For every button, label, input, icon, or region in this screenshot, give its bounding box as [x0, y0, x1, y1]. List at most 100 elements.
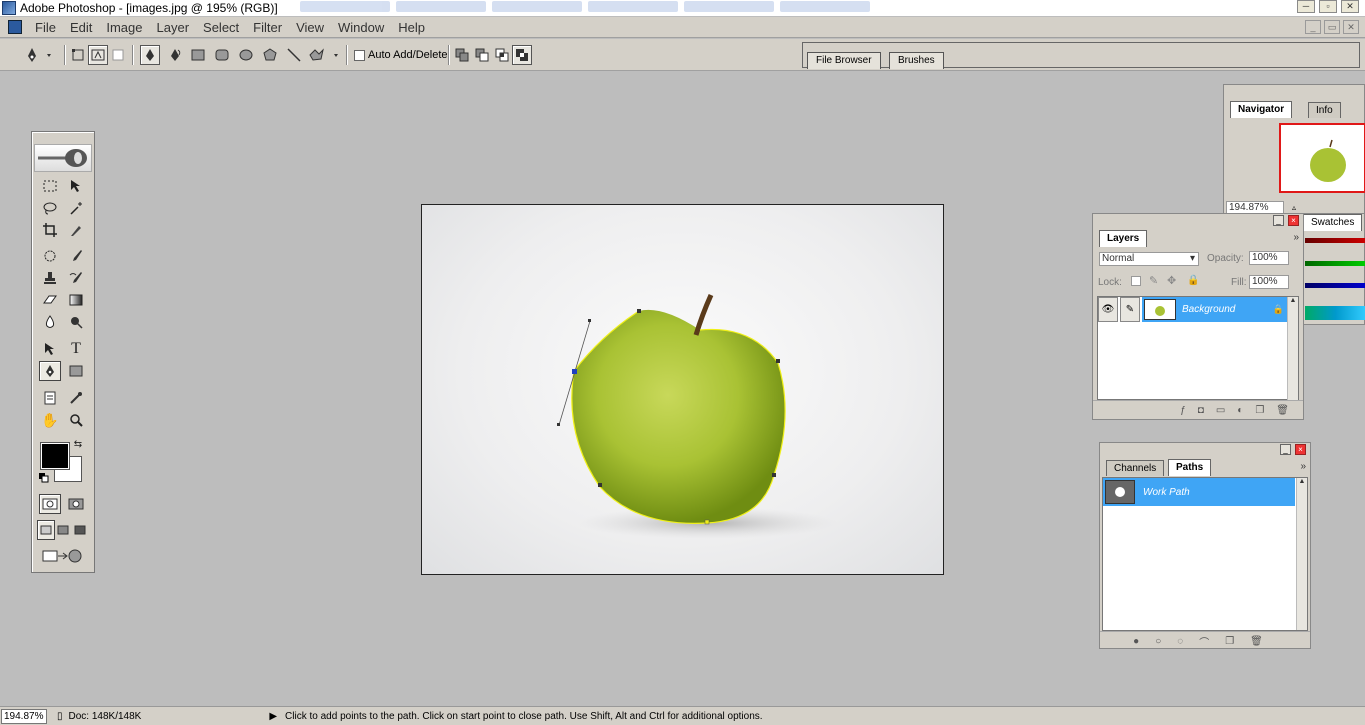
fill-field[interactable]: 100%: [1249, 275, 1289, 289]
ellipse-shape-button[interactable]: [236, 45, 256, 65]
custom-shape-button[interactable]: [306, 45, 342, 65]
layers-minimize-button[interactable]: _: [1273, 215, 1284, 226]
paths-panel-menu-icon[interactable]: »: [1300, 461, 1306, 472]
default-colors-icon[interactable]: [38, 472, 50, 484]
rectangle-shape-button[interactable]: [188, 45, 208, 65]
tool-preset-picker[interactable]: [18, 45, 56, 65]
new-path-icon[interactable]: ❐: [1225, 636, 1234, 647]
new-group-icon[interactable]: ▭: [1216, 405, 1225, 416]
marquee-tool[interactable]: [39, 176, 61, 196]
status-menu-arrow-icon[interactable]: ▶: [269, 711, 277, 722]
anchor-point-selected[interactable]: [572, 369, 577, 374]
tab-swatches[interactable]: Swatches: [1303, 214, 1363, 231]
gradient-tool[interactable]: [65, 290, 87, 310]
menu-view[interactable]: View: [289, 20, 331, 35]
brush-tool[interactable]: [65, 246, 87, 266]
add-to-path-area-button[interactable]: [452, 45, 472, 65]
fill-path-icon[interactable]: ●: [1133, 636, 1139, 647]
paths-minimize-button[interactable]: _: [1280, 444, 1291, 455]
swatch-row-green[interactable]: [1305, 261, 1365, 266]
tab-navigator[interactable]: Navigator: [1230, 101, 1293, 118]
intersect-path-area-button[interactable]: [492, 45, 512, 65]
anchor-point[interactable]: [637, 309, 641, 313]
add-mask-icon[interactable]: ◘: [1198, 405, 1204, 416]
paths-scrollbar[interactable]: ▲: [1296, 478, 1307, 630]
menu-edit[interactable]: Edit: [63, 20, 99, 35]
status-zoom-field[interactable]: 194.87%: [1, 708, 47, 724]
move-tool[interactable]: [65, 176, 87, 196]
swatch-row-red[interactable]: [1305, 238, 1365, 243]
shape-tool[interactable]: [65, 361, 87, 381]
lock-transparency-icon[interactable]: [1131, 276, 1141, 286]
doc-close-button[interactable]: ✕: [1343, 20, 1359, 34]
menu-file[interactable]: File: [28, 20, 63, 35]
brushes-tab[interactable]: Brushes: [889, 52, 944, 69]
doc-minimize-button[interactable]: _: [1305, 20, 1321, 34]
freeform-pen-button[interactable]: [165, 45, 185, 65]
adjustment-layer-icon[interactable]: ◐: [1237, 405, 1243, 416]
swatch-row-blue[interactable]: [1305, 283, 1365, 288]
anchor-point[interactable]: [776, 359, 780, 363]
tab-info[interactable]: Info: [1308, 102, 1341, 118]
standard-screen-mode-button[interactable]: [37, 520, 55, 540]
delete-layer-icon[interactable]: 🗑: [1276, 405, 1289, 416]
path-selection-tool[interactable]: [39, 339, 61, 359]
paths-mode-button[interactable]: [88, 45, 108, 65]
standard-mode-button[interactable]: [39, 494, 61, 514]
crop-tool[interactable]: [39, 220, 61, 240]
polygon-shape-button[interactable]: [260, 45, 280, 65]
history-brush-tool[interactable]: [65, 268, 87, 288]
adobe-online-button[interactable]: [34, 144, 92, 172]
jump-to-imageready-button[interactable]: [39, 546, 87, 566]
layer-brush-link-icon[interactable]: ✎: [1120, 297, 1140, 322]
lock-position-icon[interactable]: ✥: [1167, 274, 1176, 287]
healing-brush-tool[interactable]: [39, 246, 61, 266]
pen-tool-button[interactable]: [140, 45, 160, 65]
hand-tool[interactable]: ✋: [39, 410, 61, 430]
handle-point[interactable]: [557, 423, 560, 426]
subtract-path-area-button[interactable]: [472, 45, 492, 65]
type-tool[interactable]: T: [65, 339, 87, 359]
document-canvas[interactable]: [421, 204, 944, 575]
lock-image-icon[interactable]: ✎: [1149, 274, 1158, 287]
foreground-color-swatch-top[interactable]: [40, 442, 70, 470]
fill-pixels-button[interactable]: [108, 45, 128, 65]
menu-layer[interactable]: Layer: [150, 20, 197, 35]
layer-row-background[interactable]: Background 🔒: [1142, 297, 1288, 322]
make-work-path-icon[interactable]: ⌒: [1199, 634, 1209, 649]
document-info-icon[interactable]: ▯: [57, 711, 63, 722]
layer-visibility-eye-icon[interactable]: 👁: [1098, 297, 1118, 322]
layer-style-icon[interactable]: ƒ: [1180, 405, 1186, 416]
minimize-button[interactable]: ─: [1297, 0, 1315, 13]
notes-tool[interactable]: [39, 388, 61, 408]
menu-image[interactable]: Image: [99, 20, 149, 35]
clone-stamp-tool[interactable]: [39, 268, 61, 288]
layers-panel-menu-icon[interactable]: »: [1293, 232, 1299, 243]
tab-layers[interactable]: Layers: [1099, 230, 1148, 247]
doc-restore-button[interactable]: ▭: [1324, 20, 1340, 34]
pen-tool-active[interactable]: [39, 361, 61, 381]
quick-mask-button[interactable]: [65, 494, 87, 514]
zoom-out-icon[interactable]: ▵: [1292, 203, 1296, 212]
opacity-field[interactable]: 100%: [1249, 251, 1289, 265]
tab-paths[interactable]: Paths: [1168, 459, 1212, 476]
maximize-button[interactable]: ▫: [1319, 0, 1337, 13]
load-path-as-selection-icon[interactable]: ◌: [1177, 636, 1183, 647]
stroke-path-icon[interactable]: ○: [1155, 636, 1161, 647]
line-shape-button[interactable]: [284, 45, 304, 65]
menu-filter[interactable]: Filter: [246, 20, 289, 35]
full-screen-menu-mode-button[interactable]: [54, 520, 72, 540]
file-browser-tab[interactable]: File Browser: [807, 52, 881, 69]
layers-scrollbar[interactable]: ▲: [1287, 297, 1298, 401]
slice-tool[interactable]: [65, 220, 87, 240]
menu-select[interactable]: Select: [196, 20, 246, 35]
menu-help[interactable]: Help: [391, 20, 432, 35]
eraser-tool[interactable]: [39, 290, 61, 310]
path-row-work-path[interactable]: Work Path: [1103, 478, 1295, 506]
anchor-point[interactable]: [598, 483, 602, 487]
shape-layers-button[interactable]: [68, 45, 88, 65]
new-layer-icon[interactable]: ❐: [1255, 405, 1264, 416]
anchor-point[interactable]: [772, 473, 776, 477]
zoom-tool[interactable]: [65, 410, 87, 430]
auto-add-delete-checkbox[interactable]: [354, 49, 365, 61]
